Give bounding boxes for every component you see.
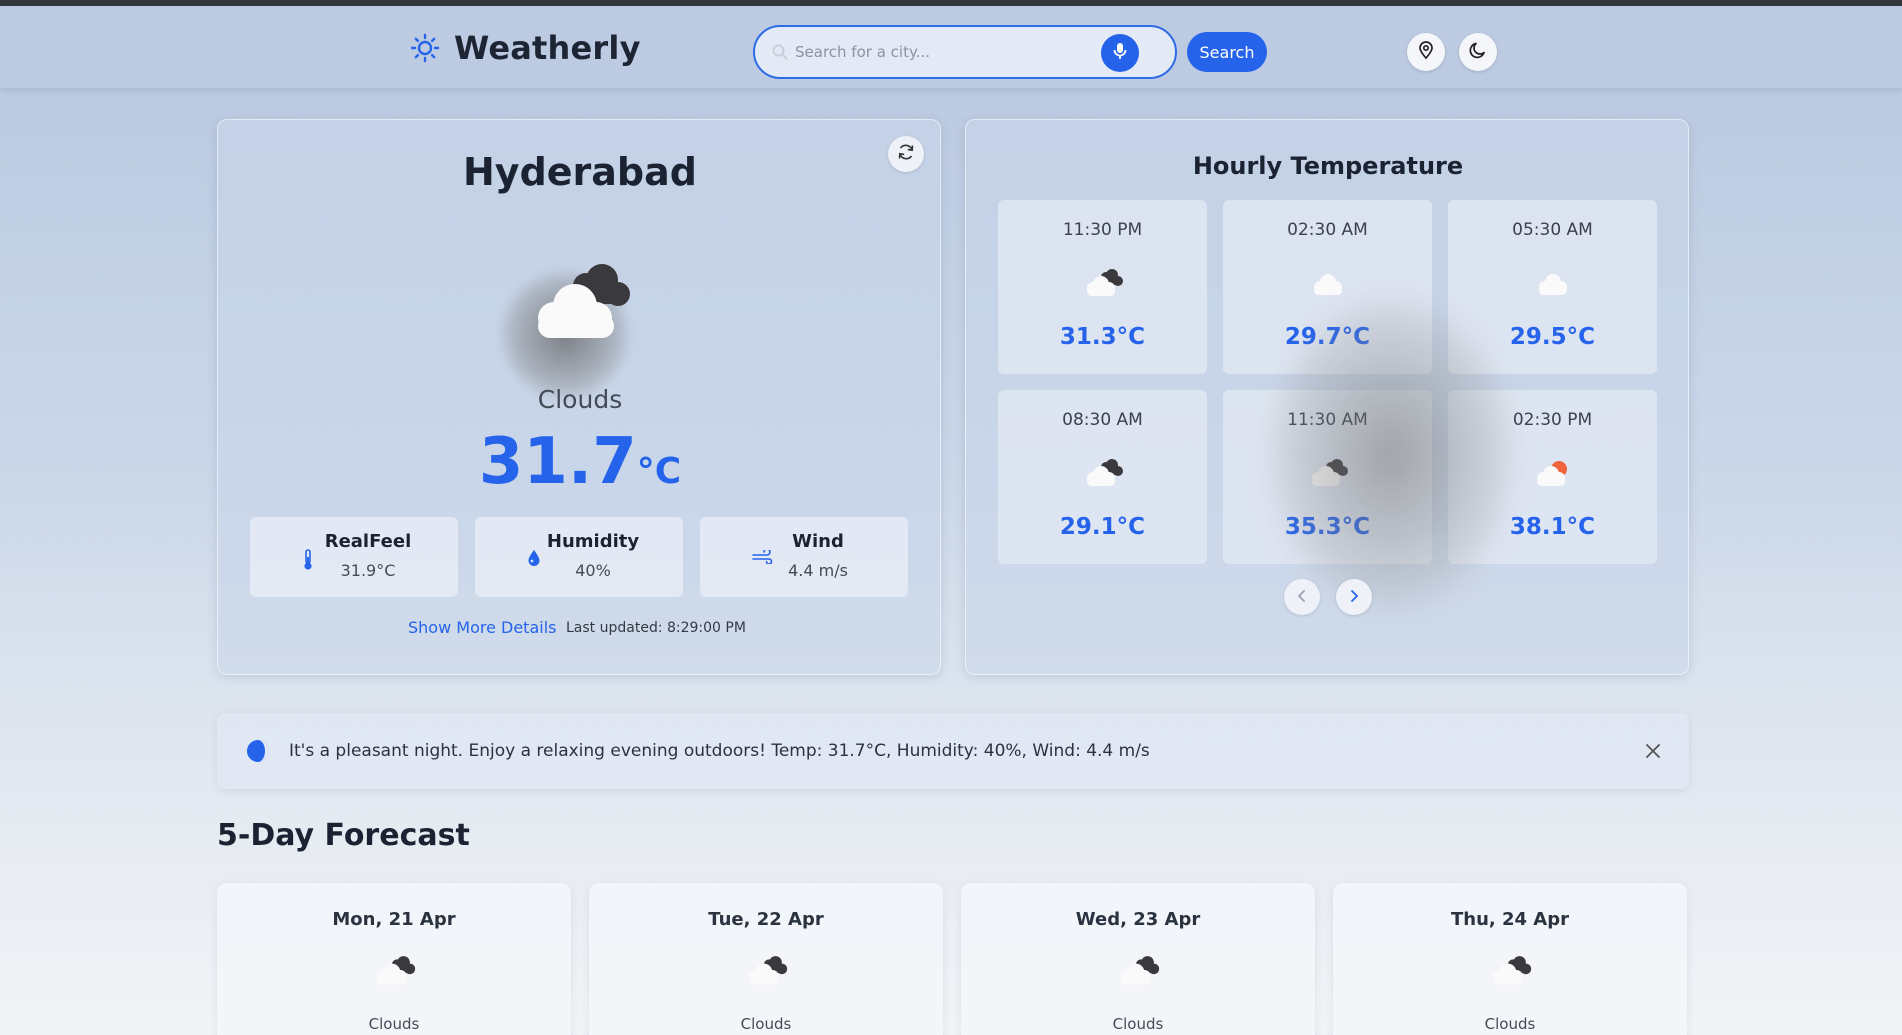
broken-clouds-icon (520, 250, 640, 364)
city-name: Hyderabad (463, 150, 697, 194)
hourly-time: 11:30 PM (1062, 220, 1143, 240)
last-updated-text: Last updated: 8:29:00 PM (566, 620, 746, 636)
stat-value: 4.4 m/s (788, 561, 848, 580)
broken-clouds-icon (1080, 456, 1126, 494)
weather-notice: It's a pleasant night. Enjoy a relaxing … (217, 713, 1689, 789)
current-temperature: 31.7°C (218, 425, 942, 499)
forecast-condition: Clouds (368, 1015, 420, 1033)
stat-label: Wind (792, 531, 844, 552)
brand-name: Weatherly (454, 29, 641, 67)
hourly-time: 08:30 AM (1062, 410, 1143, 430)
forecast-condition: Clouds (740, 1015, 792, 1033)
broken-clouds-icon (1113, 953, 1163, 993)
realfeel-stat: RealFeel 31.9°C (250, 517, 458, 597)
refresh-button[interactable] (888, 136, 924, 172)
chevron-left-icon (1296, 588, 1308, 607)
hourly-item: 08:30 AM 29.1°C (998, 390, 1207, 564)
hourly-temperature-card: Hourly Temperature 11:30 PM 31.3°C 02:30… (965, 119, 1689, 675)
cloud-icon (1530, 266, 1576, 304)
forecast-day-card[interactable]: Tue, 22 Apr Clouds (589, 883, 943, 1035)
broken-clouds-icon (741, 953, 791, 993)
hourly-temp: 29.7°C (1284, 324, 1371, 350)
search-button[interactable]: Search (1187, 32, 1267, 72)
stat-label: RealFeel (324, 531, 412, 552)
location-pin-icon (1416, 40, 1436, 64)
forecast-day-card[interactable]: Wed, 23 Apr Clouds (961, 883, 1315, 1035)
forecast-date: Tue, 22 Apr (708, 909, 824, 930)
forecast-condition: Clouds (1112, 1015, 1164, 1033)
notice-text: It's a pleasant night. Enjoy a relaxing … (289, 741, 1150, 761)
stat-label: Humidity (546, 531, 640, 552)
search-input[interactable] (795, 37, 1095, 67)
hourly-item: 02:30 PM 38.1°C (1448, 390, 1657, 564)
moon-phase-icon (245, 738, 271, 768)
sun-icon (410, 33, 440, 63)
search-bar (753, 25, 1177, 79)
show-more-details-link[interactable]: Show More Details (408, 618, 556, 637)
broken-clouds-icon (1305, 456, 1351, 494)
brand[interactable]: Weatherly (410, 26, 641, 70)
condition-text: Clouds (537, 385, 623, 414)
theme-toggle-button[interactable] (1459, 33, 1497, 71)
broken-clouds-icon (1080, 266, 1126, 304)
search-icon (771, 43, 789, 65)
refresh-icon (896, 142, 916, 166)
forecast-day-card[interactable]: Thu, 24 Apr Clouds (1333, 883, 1687, 1035)
forecast-date: Wed, 23 Apr (1075, 909, 1201, 930)
hourly-time: 05:30 AM (1512, 220, 1593, 240)
current-location-button[interactable] (1407, 33, 1445, 71)
chevron-right-icon (1348, 588, 1360, 607)
hourly-temp: 38.1°C (1509, 514, 1596, 540)
hourly-time: 02:30 PM (1512, 410, 1593, 430)
hourly-temp: 31.3°C (1059, 324, 1146, 350)
hourly-item: 11:30 PM 31.3°C (998, 200, 1207, 374)
hourly-temp: 35.3°C (1284, 514, 1371, 540)
sun-behind-cloud-icon (1530, 456, 1576, 494)
moon-icon (1468, 40, 1488, 64)
broken-clouds-icon (369, 953, 419, 993)
microphone-icon (1112, 41, 1128, 65)
humidity-stat: Humidity 40% (475, 517, 683, 597)
hourly-item: 11:30 AM 35.3°C (1223, 390, 1432, 564)
stat-value: 40% (575, 561, 611, 580)
stat-value: 31.9°C (340, 561, 396, 580)
forecast-title: 5-Day Forecast (217, 818, 470, 853)
hourly-item: 05:30 AM 29.5°C (1448, 200, 1657, 374)
hourly-item: 02:30 AM 29.7°C (1223, 200, 1432, 374)
forecast-date: Mon, 21 Apr (332, 909, 456, 930)
close-icon[interactable] (1641, 739, 1665, 763)
hourly-title: Hourly Temperature (1192, 152, 1464, 180)
temperature-unit: °C (636, 451, 682, 492)
forecast-date: Thu, 24 Apr (1450, 909, 1570, 930)
current-weather-card: Hyderabad Clouds 31.7°C RealFeel 31.9°C … (217, 119, 941, 675)
forecast-day-card[interactable]: Mon, 21 Apr Clouds (217, 883, 571, 1035)
app-header: Weatherly Search (0, 6, 1902, 88)
broken-clouds-icon (1485, 953, 1535, 993)
forecast-condition: Clouds (1484, 1015, 1536, 1033)
wind-stat: Wind 4.4 m/s (700, 517, 908, 597)
previous-hours-button[interactable] (1284, 579, 1320, 615)
voice-search-button[interactable] (1101, 34, 1139, 72)
cloud-icon (1305, 266, 1351, 304)
hourly-temp: 29.1°C (1059, 514, 1146, 540)
hourly-time: 02:30 AM (1287, 220, 1368, 240)
hourly-time: 11:30 AM (1287, 410, 1368, 430)
hourly-temp: 29.5°C (1509, 324, 1596, 350)
temperature-value: 31.7 (478, 425, 637, 499)
next-hours-button[interactable] (1336, 579, 1372, 615)
